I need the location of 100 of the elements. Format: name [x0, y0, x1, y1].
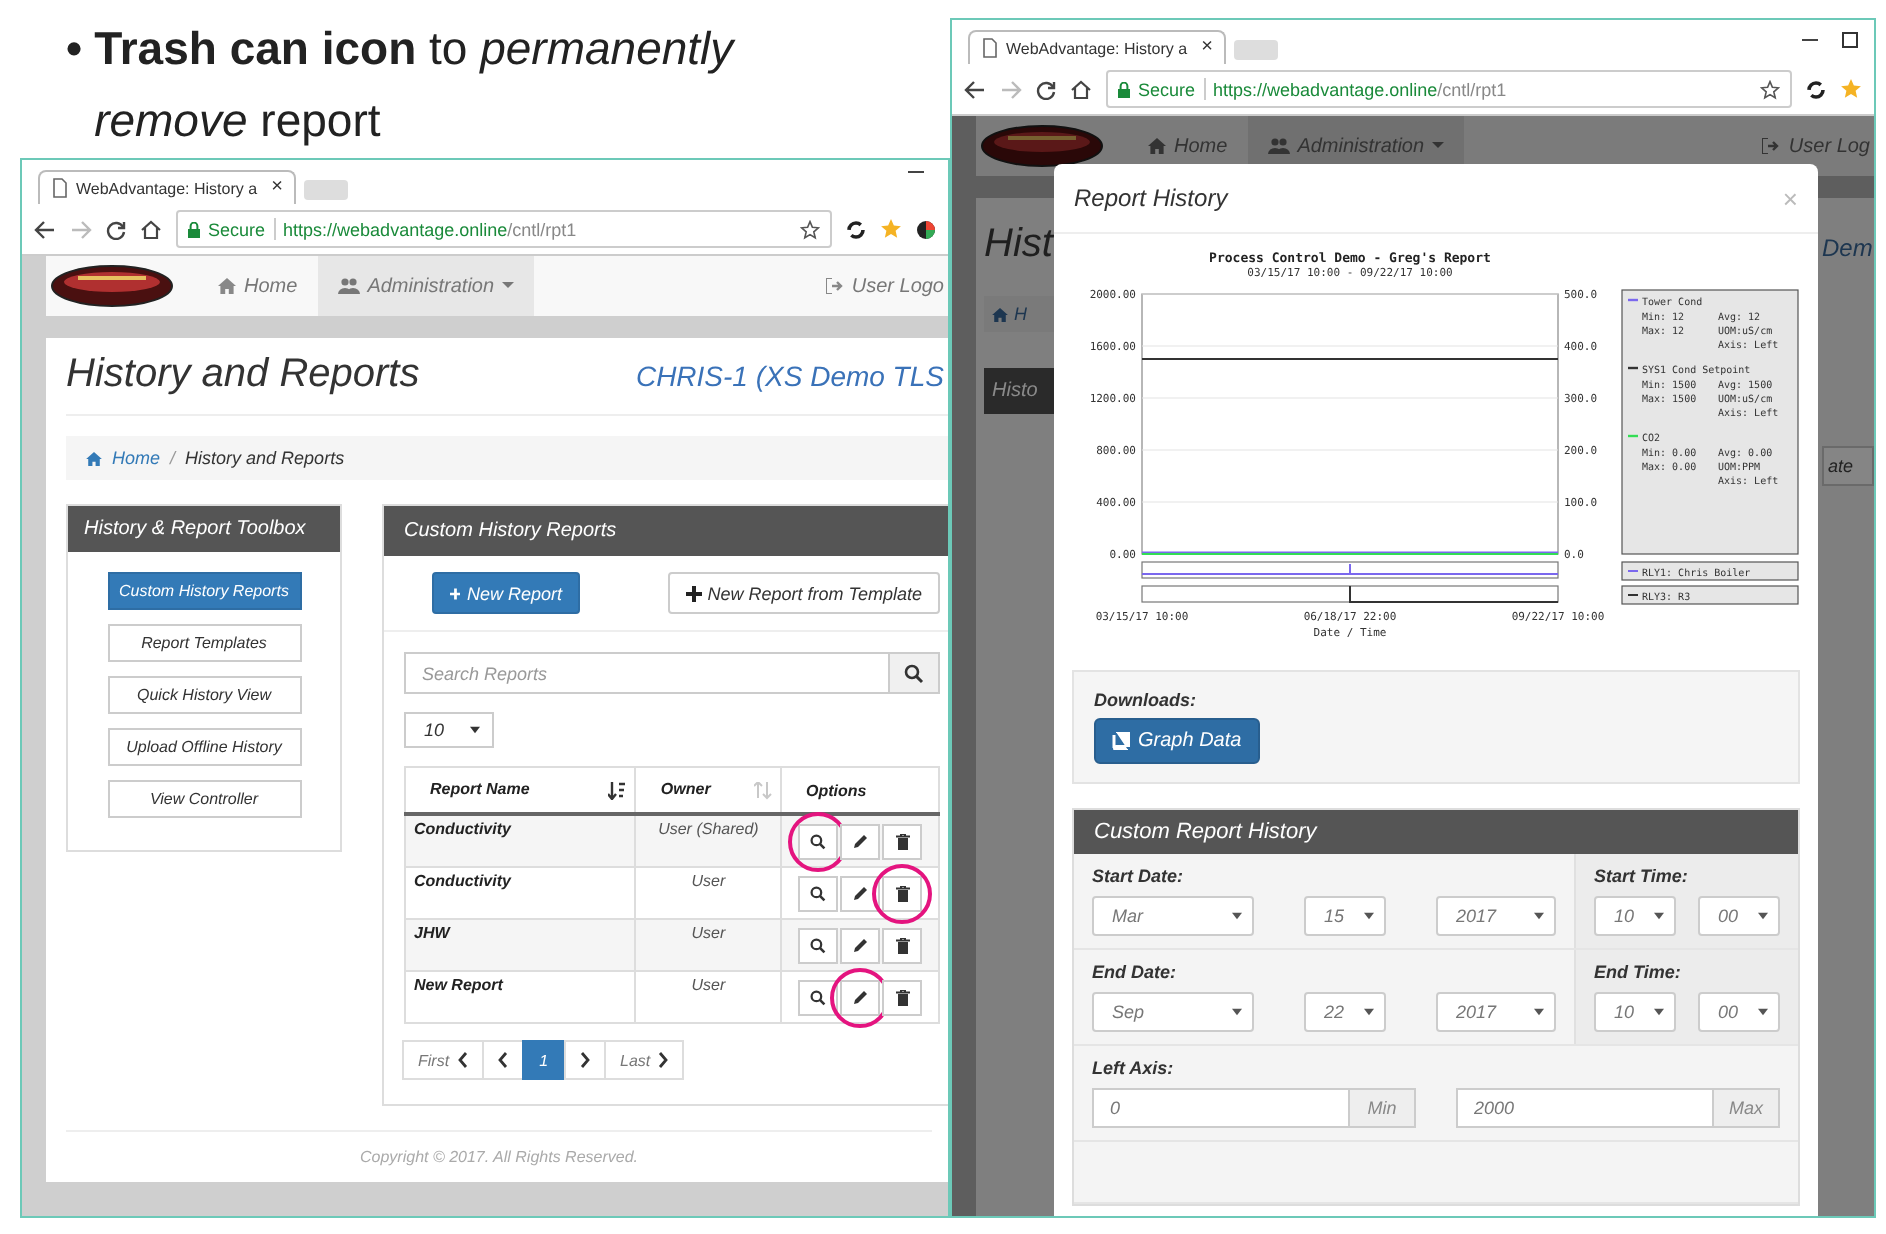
logo-drawing[interactable] [980, 124, 1104, 168]
page-size-select[interactable]: 10 [404, 712, 494, 748]
template-button[interactable]: ate [1822, 446, 1874, 486]
hour-select[interactable]: 10 [1594, 896, 1676, 936]
edit-button[interactable] [840, 927, 880, 963]
bullet-mark: • [66, 20, 83, 78]
users-icon [1267, 138, 1290, 154]
circle-arrows-icon[interactable] [846, 219, 866, 239]
pencil-icon [852, 937, 868, 953]
panel-title: History & Report Toolbox [68, 506, 340, 552]
graph-data-button[interactable]: Graph Data [1094, 718, 1260, 764]
axis-max-field[interactable]: 2000 [1456, 1088, 1714, 1128]
home-nav-link[interactable]: Home [198, 256, 318, 316]
edit-button[interactable] [840, 875, 880, 911]
owner-cell: User [635, 971, 781, 1023]
toolbox-button[interactable]: View Controller [107, 780, 301, 818]
toolbox-button[interactable]: Quick History View [107, 676, 301, 714]
new-report-button[interactable]: New Report [432, 572, 580, 614]
next-page-button[interactable] [564, 1040, 607, 1080]
pencil-icon [852, 885, 868, 901]
color-wheel-icon[interactable] [916, 219, 936, 239]
chevron-right-icon [580, 1052, 591, 1068]
home-icon[interactable] [1070, 79, 1092, 99]
address-bar[interactable]: Secure https://webadvantage.online/cntl/rpt1 [176, 210, 832, 248]
breadcrumb-current: History and Reports [185, 448, 345, 468]
home-nav-link[interactable]: Home [1128, 116, 1248, 176]
toolbox-button[interactable]: Report Templates [107, 624, 301, 662]
close-icon[interactable]: × [1201, 38, 1213, 58]
day-select[interactable]: 22 [1304, 992, 1386, 1032]
minimize-icon[interactable] [908, 168, 924, 176]
reload-icon[interactable] [106, 219, 126, 239]
field-label: End Time: [1594, 962, 1683, 982]
year-select[interactable]: 2017 [1436, 896, 1556, 936]
delete-button[interactable] [882, 823, 922, 859]
close-icon[interactable]: × [271, 178, 283, 198]
toolbox-button[interactable]: Upload Offline History [107, 728, 301, 766]
tab-title: WebAdvantage: History a [76, 179, 258, 197]
caret-icon [1432, 142, 1445, 150]
address-bar[interactable]: Secure https://webadvantage.online/cntl/rpt1 [1106, 70, 1792, 108]
circle-arrows-icon[interactable] [1806, 79, 1826, 99]
bookmark-star-icon[interactable] [800, 219, 820, 239]
delete-button[interactable] [882, 927, 922, 963]
caret-icon [1534, 912, 1544, 920]
view-button[interactable] [798, 823, 838, 859]
template-button[interactable]: New Report from Template [667, 572, 940, 614]
first-page-button[interactable]: First [402, 1040, 484, 1080]
breadcrumb-link[interactable]: Home [112, 448, 161, 468]
plus-icon [450, 585, 461, 601]
delete-button[interactable] [882, 875, 922, 911]
browser-tab[interactable]: WebAdvantage: History a × [968, 30, 1227, 64]
year-select[interactable]: 2017 [1436, 992, 1556, 1032]
browser-tab[interactable]: WebAdvantage: History a × [38, 170, 297, 204]
view-button[interactable] [798, 979, 838, 1015]
bookmark-star-icon[interactable] [1760, 79, 1780, 99]
reload-icon[interactable] [1036, 79, 1056, 99]
day-select[interactable]: 15 [1304, 896, 1386, 936]
report-name-cell: New Report [405, 971, 636, 1023]
minimize-icon[interactable] [1802, 36, 1818, 44]
month-select[interactable]: Sep [1092, 992, 1254, 1032]
downloads-label: Downloads: [1094, 690, 1198, 710]
star-icon[interactable] [880, 218, 902, 240]
secure-label: Secure [208, 219, 266, 239]
edit-button[interactable] [840, 823, 880, 859]
page-button[interactable]: 1 [521, 1040, 567, 1080]
field-label: Left Axis: [1092, 1058, 1176, 1078]
page-title: History and Reports [66, 352, 420, 398]
back-icon[interactable] [34, 219, 56, 239]
search-button[interactable] [890, 652, 940, 694]
hour-select[interactable]: 10 [1594, 992, 1676, 1032]
secure-label: Secure [1138, 79, 1196, 99]
previous-page-button[interactable] [481, 1040, 524, 1080]
last-page-button[interactable]: Last [604, 1040, 685, 1080]
logout-link[interactable]: User Log [1742, 116, 1874, 176]
back-icon[interactable] [964, 79, 986, 99]
view-button[interactable] [798, 927, 838, 963]
star-icon[interactable] [1840, 78, 1862, 100]
logout-link[interactable]: User Logo [805, 256, 948, 316]
minute-select[interactable]: 00 [1698, 896, 1780, 936]
toolbox-button[interactable]: Custom History Reports [107, 572, 301, 610]
bullet-text: Trash can icon to permanently remove report [94, 20, 737, 150]
min-addon: Min [1350, 1088, 1416, 1128]
copyright-text: Copyright © 2017. All Rights Reserved. [66, 1130, 932, 1182]
page-icon [982, 38, 998, 58]
minute-select[interactable]: 00 [1698, 992, 1780, 1032]
caret-icon [1534, 1008, 1544, 1016]
dialog-title: Report History [1074, 184, 1228, 212]
caret-icon [1654, 1008, 1664, 1016]
breadcrumb-link[interactable]: H [1014, 304, 1027, 324]
home-icon[interactable] [140, 219, 162, 239]
logo-drawing[interactable] [50, 264, 174, 308]
delete-button[interactable] [882, 979, 922, 1015]
axis-min-field[interactable]: 0 [1092, 1088, 1350, 1128]
administration-menu[interactable]: Administration [317, 256, 535, 316]
maximize-icon[interactable] [1842, 32, 1858, 48]
view-button[interactable] [798, 875, 838, 911]
edit-button[interactable] [840, 979, 880, 1015]
home-icon [86, 451, 102, 465]
chevron-left-icon [497, 1052, 508, 1068]
month-select[interactable]: Mar [1092, 896, 1254, 936]
search-field[interactable]: Search Reports [404, 652, 890, 694]
